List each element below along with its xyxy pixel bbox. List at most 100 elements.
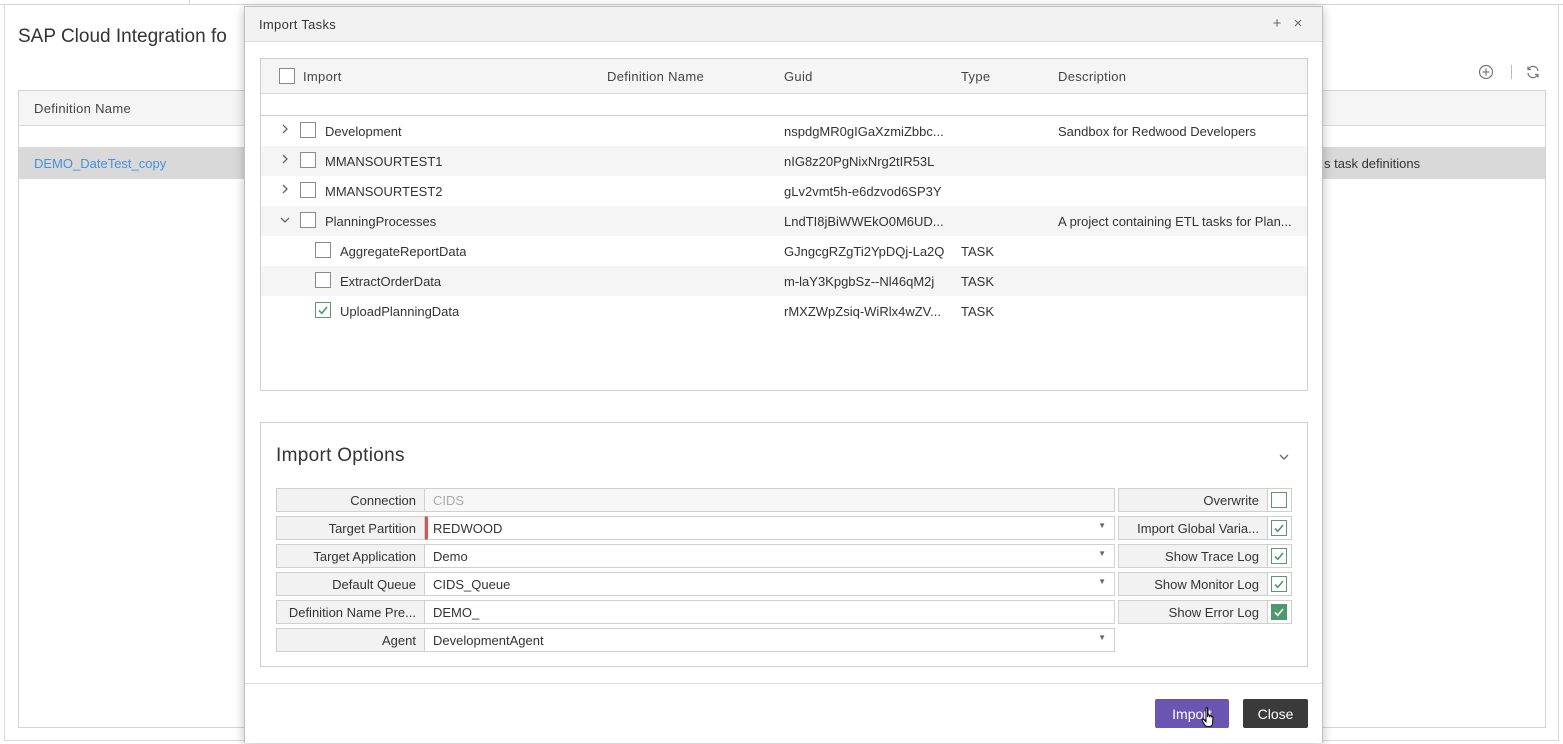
row-name: UploadPlanningData [340,304,460,319]
show-trace-log-label: Show Trace Log [1118,544,1268,568]
import-global-variables-label: Import Global Varia... [1118,516,1268,540]
default-queue-select[interactable]: CIDS_Queue ▼ [425,572,1115,596]
show-trace-log-checkbox[interactable] [1271,548,1287,564]
row-name: MMANSOURTEST2 [325,184,443,199]
definition-name-prefix-field: Definition Name Pre... DEMO_ [276,600,1115,624]
row-checkbox[interactable] [315,242,331,258]
row-checkbox[interactable] [300,122,316,138]
chevron-down-icon[interactable] [1277,450,1291,464]
row-name: MMANSOURTEST1 [325,154,443,169]
dialog-footer: Import Close [245,683,1322,743]
table-row[interactable]: Development nspdgMR0gIGaXzmiZbbc... Sand… [261,116,1307,146]
row-checkbox[interactable] [300,152,316,168]
import-global-variables-checkbox-cell [1268,516,1292,540]
table-row[interactable]: ExtractOrderData m-laY3KpgbSz--Nl46qM2j … [261,266,1307,296]
row-checkbox[interactable] [315,272,331,288]
filter-row[interactable] [261,94,1307,116]
connection-input: CIDS [425,488,1115,512]
tasks-table: Import Definition Name Guid Type Descrip… [260,58,1308,391]
show-monitor-log-label: Show Monitor Log [1118,572,1268,596]
show-error-log-label: Show Error Log [1118,600,1268,624]
import-options-title: Import Options [276,445,405,466]
chevron-right-icon[interactable] [278,152,292,168]
overwrite-checkbox[interactable] [1271,492,1287,508]
dialog-header: Import Tasks + × [245,7,1322,42]
tasks-table-header: Import Definition Name Guid Type Descrip… [261,59,1307,94]
import-global-variables-checkbox[interactable] [1271,520,1287,536]
chevron-right-icon[interactable] [278,182,292,198]
agent-select[interactable]: DevelopmentAgent ▼ [425,628,1115,652]
show-monitor-log-option: Show Monitor Log [1118,572,1292,596]
select-all-checkbox[interactable] [279,68,295,84]
target-partition-select[interactable]: REDWOOD ▼ [425,516,1115,540]
background-toolbar [1476,62,1546,84]
row-type: TASK [961,274,994,289]
connection-label: Connection [276,488,425,512]
add-circle-icon[interactable] [1476,62,1496,82]
dropdown-arrow-icon[interactable]: ▼ [1098,577,1106,586]
overwrite-checkbox-cell [1268,488,1292,512]
agent-value: DevelopmentAgent [433,633,544,648]
close-button[interactable]: Close [1243,699,1308,728]
show-error-log-checkbox[interactable] [1271,604,1287,620]
definition-link[interactable]: DEMO_DateTest_copy [34,156,166,171]
dropdown-arrow-icon[interactable]: ▼ [1098,633,1106,642]
table-row[interactable]: PlanningProcesses LndTI8jBiWWEkO0M6UD...… [261,206,1307,236]
dialog-title: Import Tasks [259,17,337,32]
definition-name-prefix-input[interactable]: DEMO_ [425,600,1115,624]
show-trace-log-option: Show Trace Log [1118,544,1292,568]
default-queue-field: Default Queue CIDS_Queue ▼ [276,572,1115,596]
connection-field: Connection CIDS [276,488,1115,512]
row-guid: nIG8z20PgNixNrg2tIR53L [784,154,935,169]
row-type: TASK [961,244,994,259]
row-name: ExtractOrderData [340,274,442,289]
row-guid: GJngcgRZgTi2YpDQj-La2Q [784,244,945,259]
show-trace-log-checkbox-cell [1268,544,1292,568]
agent-label: Agent [276,628,425,652]
show-error-log-option: Show Error Log [1118,600,1292,624]
row-guid: m-laY3KpgbSz--Nl46qM2j [784,274,935,289]
row-description: s task definitions [1324,156,1421,171]
toolbar-separator [1511,65,1512,79]
row-name: Development [325,124,402,139]
table-row[interactable]: AggregateReportData GJngcgRZgTi2YpDQj-La… [261,236,1307,266]
import-tasks-dialog: Import Tasks + × Import Definition Name … [244,6,1323,743]
row-checkbox-checked[interactable] [315,302,331,318]
row-guid: rMXZWpZsiq-WiRlx4wZV... [784,304,941,319]
table-row[interactable]: MMANSOURTEST1 nIG8z20PgNixNrg2tIR53L [261,146,1307,176]
overwrite-label: Overwrite [1118,488,1268,512]
dropdown-arrow-icon[interactable]: ▼ [1098,521,1106,530]
default-queue-label: Default Queue [276,572,425,596]
chevron-down-icon[interactable] [278,212,292,228]
definition-name-prefix-label: Definition Name Pre... [276,600,425,624]
row-guid: LndTI8jBiWWEkO0M6UD... [784,214,944,229]
row-type: TASK [961,304,994,319]
target-partition-field: Target Partition REDWOOD ▼ [276,516,1115,540]
checkmark-icon [318,306,328,315]
agent-field: Agent DevelopmentAgent ▼ [276,628,1115,652]
refresh-icon[interactable] [1523,62,1543,82]
row-checkbox[interactable] [300,212,316,228]
table-row[interactable]: UploadPlanningData rMXZWpZsiq-WiRlx4wZV.… [261,296,1307,326]
column-header-type: Type [961,69,991,84]
close-icon[interactable]: × [1290,15,1306,33]
column-header-definition-name: Definition Name [34,101,131,116]
target-application-select[interactable]: Demo ▼ [425,544,1115,568]
row-name: PlanningProcesses [325,214,437,229]
show-monitor-log-checkbox[interactable] [1271,576,1287,592]
column-header-guid: Guid [784,69,813,84]
row-guid: gLv2vmt5h-e6dzvod6SP3Y [784,184,942,199]
dropdown-arrow-icon[interactable]: ▼ [1098,549,1106,558]
chevron-right-icon[interactable] [278,122,292,138]
checkmark-icon [1274,580,1284,589]
column-header-import: Import [303,69,342,84]
checkmark-icon [1274,552,1284,561]
row-checkbox[interactable] [300,182,316,198]
table-row[interactable]: MMANSOURTEST2 gLv2vmt5h-e6dzvod6SP3Y [261,176,1307,206]
default-queue-value: CIDS_Queue [433,577,511,592]
row-guid: nspdgMR0gIGaXzmiZbbc... [784,124,944,139]
hand-cursor-icon [1201,707,1214,727]
target-application-value: Demo [433,549,468,564]
maximize-icon[interactable]: + [1269,15,1285,33]
checkmark-icon [1274,608,1284,617]
